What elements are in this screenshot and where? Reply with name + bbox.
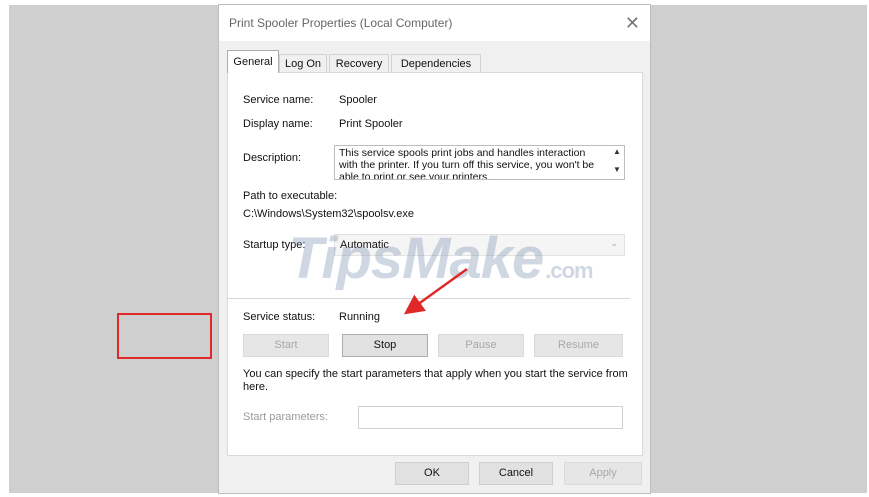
start-params-input[interactable] (358, 406, 623, 429)
service-name-label: Service name: (243, 94, 314, 106)
stop-highlight-box (117, 313, 212, 359)
scroll-up-icon[interactable]: ▲ (613, 147, 621, 156)
startup-type-select[interactable]: Automatic ⌄ (334, 234, 625, 256)
close-icon[interactable]: ✕ (625, 11, 640, 35)
start-button[interactable]: Start (243, 334, 329, 357)
startup-type-label: Startup type: (243, 239, 306, 251)
start-params-label: Start parameters: (243, 411, 328, 423)
general-panel: Service name: Spooler Display name: Prin… (227, 72, 643, 456)
service-name-value: Spooler (339, 94, 377, 106)
tab-dependencies[interactable]: Dependencies (391, 54, 481, 73)
path-label: Path to executable: (243, 190, 338, 202)
apply-button[interactable]: Apply (564, 462, 642, 485)
cancel-button[interactable]: Cancel (479, 462, 553, 485)
resume-button[interactable]: Resume (534, 334, 623, 357)
startup-type-value: Automatic (340, 239, 389, 251)
description-textbox[interactable]: This service spools print jobs and handl… (334, 145, 625, 180)
service-status-value: Running (339, 311, 380, 323)
window-title: Print Spooler Properties (Local Computer… (229, 16, 453, 30)
tab-general[interactable]: General (227, 50, 279, 73)
service-status-label: Service status: (243, 311, 316, 323)
stop-button[interactable]: Stop (342, 334, 428, 357)
description-scrollbar[interactable]: ▲ ▼ (610, 146, 624, 179)
properties-dialog: Print Spooler Properties (Local Computer… (219, 5, 650, 493)
tab-log-on[interactable]: Log On (279, 54, 327, 73)
ok-button[interactable]: OK (395, 462, 469, 485)
separator (228, 298, 630, 299)
description-text: This service spools print jobs and handl… (339, 147, 595, 180)
path-value: C:\Windows\System32\spoolsv.exe (243, 208, 414, 220)
pause-button[interactable]: Pause (438, 334, 524, 357)
display-name-label: Display name: (243, 118, 313, 130)
tab-recovery[interactable]: Recovery (329, 54, 389, 73)
title-bar: Print Spooler Properties (Local Computer… (219, 5, 650, 41)
display-name-value: Print Spooler (339, 118, 403, 130)
description-label: Description: (243, 152, 302, 164)
scroll-down-icon[interactable]: ▼ (613, 165, 621, 174)
chevron-down-icon: ⌄ (610, 238, 618, 248)
start-params-hint: You can specify the start parameters tha… (243, 368, 628, 393)
